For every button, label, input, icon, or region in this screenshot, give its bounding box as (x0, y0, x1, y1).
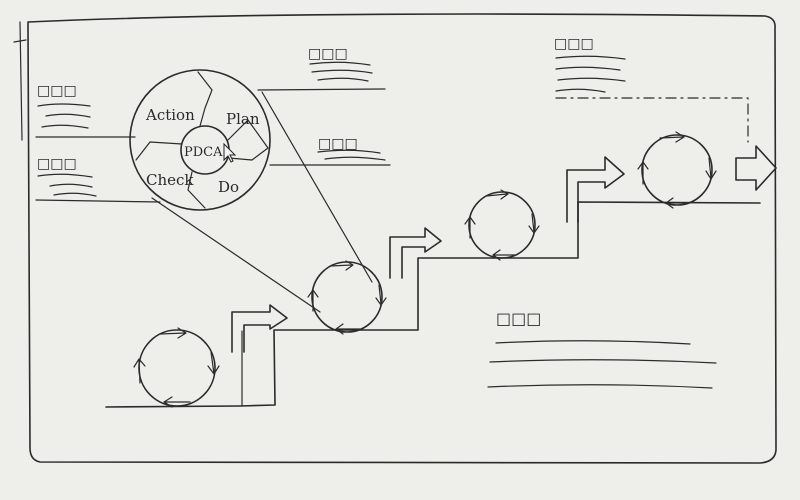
leader-line-upper (257, 88, 386, 91)
pdca-cycle-2 (307, 260, 387, 335)
final-arrow (735, 145, 777, 191)
note-left-bottom: □□□ (37, 156, 97, 197)
pdca-wheel: Action Plan Check Do PDCA (129, 69, 271, 211)
board-frame (27, 13, 777, 464)
pdca-cycle-1 (133, 327, 220, 408)
dashed-guide (555, 97, 749, 143)
board-frame-left-edge (13, 21, 27, 141)
note-left-top: □□□ (37, 83, 91, 129)
note-top-center: □□□ (308, 46, 373, 82)
segment-plan: Plan (226, 110, 260, 128)
guide-line-lower (35, 199, 161, 203)
note-boxes: □□□ (37, 156, 77, 172)
step-arrow-3 (566, 156, 625, 223)
note-boxes: □□□ (496, 309, 541, 328)
step-arrow-1 (231, 304, 288, 353)
segment-check: Check (146, 171, 194, 189)
note-boxes: □□□ (554, 36, 594, 52)
pdca-cycle-3 (464, 189, 540, 261)
note-middle-center: □□□ (317, 136, 386, 161)
zoom-line-left (151, 197, 321, 313)
zoom-line-right (261, 91, 373, 283)
note-boxes: □□□ (37, 83, 77, 99)
note-boxes: □□□ (318, 136, 358, 152)
note-boxes: □□□ (308, 46, 348, 62)
pdca-center-label: PDCA (184, 145, 223, 160)
step-arrow-2 (389, 227, 442, 279)
note-top-right: □□□ (554, 36, 626, 93)
whiteboard: Action Plan Check Do PDCA □□□ □□□ □□□ □□… (0, 0, 800, 496)
pdca-sketch: Action Plan Check Do PDCA □□□ □□□ □□□ □□… (13, 13, 777, 464)
segment-action: Action (145, 106, 195, 124)
pdca-cycle-4 (637, 131, 717, 209)
note-bottom-right: □□□ (487, 309, 717, 389)
segment-do: Do (218, 178, 239, 196)
